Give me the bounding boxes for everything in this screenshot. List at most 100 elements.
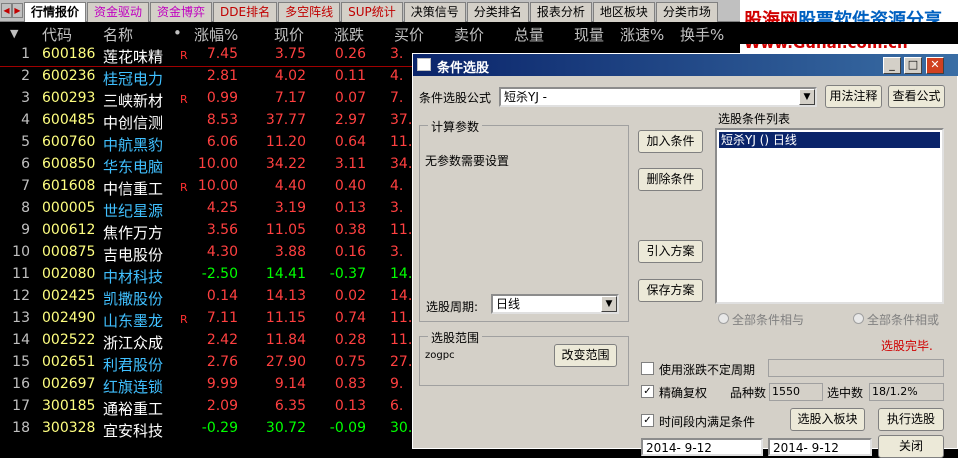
- close-button[interactable]: 关闭: [878, 435, 944, 458]
- stock-code: 002080: [42, 266, 96, 282]
- stock-filter-dialog: 条件选股 _ □ ✕ 条件选股公式 短杀YJ - ▼ 用法注释 查看公式 计算参…: [412, 53, 958, 458]
- bid-price: 34.: [390, 156, 413, 172]
- unfixed-period-checkbox[interactable]: [641, 362, 654, 375]
- price: 37.77: [265, 112, 306, 128]
- status-done-text: 选股完毕.: [881, 339, 933, 353]
- change-scope-button[interactable]: 改变范围: [554, 344, 617, 367]
- save-plan-button[interactable]: 保存方案: [638, 279, 703, 302]
- row-index: 4: [21, 112, 30, 128]
- col-name[interactable]: 名称: [103, 24, 133, 45]
- tab-10[interactable]: 分类市场: [655, 2, 718, 22]
- col-chg[interactable]: 涨跌: [334, 24, 364, 45]
- change: 0.02: [334, 288, 366, 304]
- maximize-icon[interactable]: □: [904, 57, 922, 74]
- price: 14.13: [265, 288, 306, 304]
- col-price[interactable]: 现价: [274, 24, 304, 45]
- col-code[interactable]: 代码: [42, 24, 72, 45]
- bid-price: 7.: [390, 90, 404, 106]
- pct-change: 10.00: [197, 178, 238, 194]
- sort-arrow-icon[interactable]: ▼: [10, 27, 18, 40]
- radio-or[interactable]: [853, 313, 864, 324]
- formula-value: 短杀YJ -: [504, 90, 548, 104]
- pct-change: 4.25: [206, 200, 238, 216]
- stock-name: 中创信测: [103, 114, 164, 132]
- to-block-button[interactable]: 选股入板块: [790, 408, 865, 431]
- tab-3[interactable]: DDE排名: [213, 2, 278, 22]
- condition-list-title: 选股条件列表: [718, 112, 791, 126]
- tab-1[interactable]: 资金驱动: [87, 2, 150, 22]
- scope-value: zogpc: [425, 350, 455, 361]
- pct-change: 9.99: [206, 376, 238, 392]
- condition-list[interactable]: 短杀YJ () 日线: [715, 128, 944, 304]
- bid-price: 14.: [390, 266, 413, 282]
- tab-right-arrow-icon[interactable]: ▶: [12, 3, 23, 18]
- col-turn[interactable]: 换手%: [680, 24, 724, 45]
- formula-select[interactable]: 短杀YJ - ▼: [499, 87, 817, 107]
- row-index: 2: [21, 68, 30, 84]
- close-icon[interactable]: ✕: [926, 57, 944, 74]
- pct-change: 7.11: [206, 310, 238, 326]
- r-badge: R: [180, 93, 188, 106]
- pct-change: 2.76: [206, 354, 238, 370]
- exact-fq-checkbox[interactable]: ✓: [641, 385, 654, 398]
- price: 6.35: [274, 398, 306, 414]
- price: 4.02: [274, 68, 306, 84]
- tab-7[interactable]: 分类排名: [466, 2, 529, 22]
- stock-code: 002425: [42, 288, 96, 304]
- col-speed[interactable]: 涨速%: [620, 24, 664, 45]
- tab-0[interactable]: 行情报价: [24, 2, 87, 22]
- add-condition-button[interactable]: 加入条件: [638, 130, 703, 153]
- pct-change: 6.06: [206, 134, 238, 150]
- radio-and[interactable]: [718, 313, 729, 324]
- stock-name: 吉电股份: [103, 246, 164, 264]
- stock-code: 300185: [42, 398, 96, 414]
- pct-change: 2.09: [206, 398, 238, 414]
- tab-5[interactable]: SUP统计: [341, 2, 403, 22]
- date-to-picker[interactable]: 2014- 9-12: [768, 438, 872, 456]
- date-from-picker[interactable]: 2014- 9-12: [641, 438, 763, 456]
- pct-change: -0.29: [201, 420, 238, 436]
- execute-button[interactable]: 执行选股: [878, 408, 944, 431]
- tab-2[interactable]: 资金博弈: [150, 2, 213, 22]
- dialog-titlebar[interactable]: 条件选股 _ □ ✕: [413, 54, 958, 76]
- exact-fq-label: 精确复权: [659, 386, 708, 400]
- price: 3.88: [274, 244, 306, 260]
- price: 3.19: [274, 200, 306, 216]
- stock-name: 凯撒股份: [103, 290, 164, 308]
- col-vol[interactable]: 总量: [514, 24, 544, 45]
- col-cur[interactable]: 现量: [574, 24, 604, 45]
- condition-list-item[interactable]: 短杀YJ () 日线: [719, 132, 940, 148]
- pct-change: 8.53: [206, 112, 238, 128]
- minimize-icon[interactable]: _: [883, 57, 901, 74]
- change: 0.40: [334, 178, 366, 194]
- price: 11.05: [265, 222, 306, 238]
- stock-code: 000875: [42, 244, 96, 260]
- import-plan-button[interactable]: 引入方案: [638, 240, 703, 263]
- price: 7.17: [274, 90, 306, 106]
- bid-price: 9.: [390, 376, 404, 392]
- radio-and-label: 全部条件相与: [732, 313, 805, 327]
- view-formula-button[interactable]: 查看公式: [888, 85, 945, 108]
- col-ask[interactable]: 卖价: [454, 24, 484, 45]
- tab-left-arrow-icon[interactable]: ◀: [1, 3, 12, 18]
- params-title: 计算参数: [428, 118, 483, 135]
- price: 3.75: [274, 46, 306, 62]
- change: 0.07: [334, 90, 366, 106]
- stock-name: 中航黑豹: [103, 136, 164, 154]
- col-bid[interactable]: 买价: [394, 24, 424, 45]
- period-select[interactable]: 日线 ▼: [491, 294, 619, 314]
- price: 34.22: [265, 156, 306, 172]
- delete-condition-button[interactable]: 删除条件: [638, 168, 703, 191]
- chevron-down-icon[interactable]: ▼: [799, 89, 815, 105]
- tab-4[interactable]: 多空阵线: [278, 2, 341, 22]
- chevron-down-icon[interactable]: ▼: [601, 296, 617, 312]
- bid-price: 11.: [390, 222, 413, 238]
- tab-8[interactable]: 报表分析: [529, 2, 592, 22]
- row-index: 11: [12, 266, 30, 282]
- tab-9[interactable]: 地区板块: [592, 2, 655, 22]
- usage-notes-button[interactable]: 用法注释: [825, 85, 882, 108]
- col-pct[interactable]: 涨幅%: [194, 24, 238, 45]
- tab-6[interactable]: 决策信号: [403, 2, 466, 22]
- stock-code: 601608: [42, 178, 96, 194]
- time-cond-checkbox[interactable]: ✓: [641, 414, 654, 427]
